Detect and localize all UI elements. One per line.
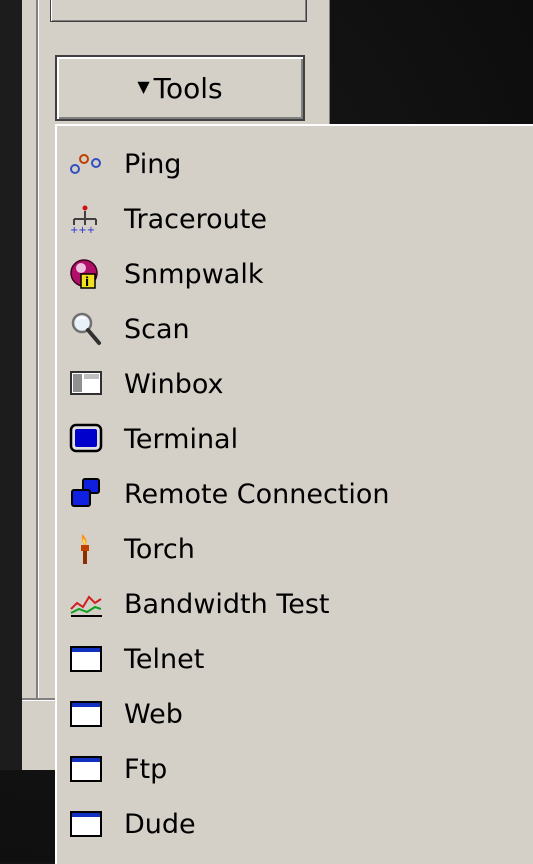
- menu-item-scan[interactable]: Scan: [69, 307, 190, 351]
- torch-icon: [69, 531, 109, 567]
- menu-item-label: Bandwidth Test: [124, 588, 330, 620]
- panel-divider: [36, 0, 38, 700]
- dropdown-arrow-icon: ▼: [137, 76, 150, 96]
- menu-item-terminal[interactable]: Terminal: [69, 417, 238, 461]
- window-icon: [69, 806, 109, 842]
- winbox-icon: [69, 366, 109, 402]
- menu-item-label: Dude: [124, 808, 196, 840]
- window-icon: [69, 751, 109, 787]
- svg-text:+++: +++: [70, 225, 95, 235]
- menu-item-label: Remote Connection: [124, 478, 390, 510]
- menu-item-label: Scan: [124, 313, 190, 345]
- menu-item-telnet[interactable]: Telnet: [69, 637, 204, 681]
- menu-item-label: Telnet: [124, 643, 205, 675]
- snmpwalk-icon: i: [69, 256, 109, 292]
- traceroute-icon: +++: [69, 201, 109, 237]
- tools-button[interactable]: ▼ Tools: [55, 55, 305, 121]
- menu-item-bandwidth-test[interactable]: Bandwidth Test: [69, 582, 330, 626]
- menu-item-label: Torch: [124, 533, 195, 565]
- upper-button[interactable]: [50, 0, 307, 22]
- menu-item-label: Ftp: [124, 753, 168, 785]
- terminal-icon: [69, 421, 109, 457]
- menu-item-label: Ping: [124, 148, 182, 180]
- remote-connection-icon: [69, 476, 109, 512]
- menu-item-dude[interactable]: Dude: [69, 802, 196, 846]
- bandwidth-test-icon: [69, 586, 109, 622]
- menu-item-label: Winbox: [124, 368, 224, 400]
- background-strip: [0, 0, 22, 770]
- menu-item-label: Traceroute: [124, 203, 267, 235]
- menu-item-remote-connection[interactable]: Remote Connection: [69, 472, 390, 516]
- panel-divider-bottom: [22, 698, 56, 700]
- magnifier-icon: [69, 311, 109, 347]
- menu-item-ftp[interactable]: Ftp: [69, 747, 167, 791]
- window-icon: [69, 641, 109, 677]
- window-icon: [69, 696, 109, 732]
- menu-item-torch[interactable]: Torch: [69, 527, 195, 571]
- menu-item-label: Web: [124, 698, 183, 730]
- menu-item-web[interactable]: Web: [69, 692, 183, 736]
- tools-menu: Ping +++ Traceroute i Snmpwalk Scan Winb…: [55, 124, 533, 864]
- menu-item-label: Terminal: [124, 423, 239, 455]
- menu-item-traceroute[interactable]: +++ Traceroute: [69, 197, 267, 241]
- menu-item-snmpwalk[interactable]: i Snmpwalk: [69, 252, 263, 296]
- svg-text:i: i: [85, 275, 89, 289]
- menu-item-winbox[interactable]: Winbox: [69, 362, 224, 406]
- menu-item-ping[interactable]: Ping: [69, 142, 181, 186]
- ping-icon: [69, 146, 109, 182]
- menu-item-label: Snmpwalk: [124, 258, 264, 290]
- tools-button-label: Tools: [153, 71, 223, 105]
